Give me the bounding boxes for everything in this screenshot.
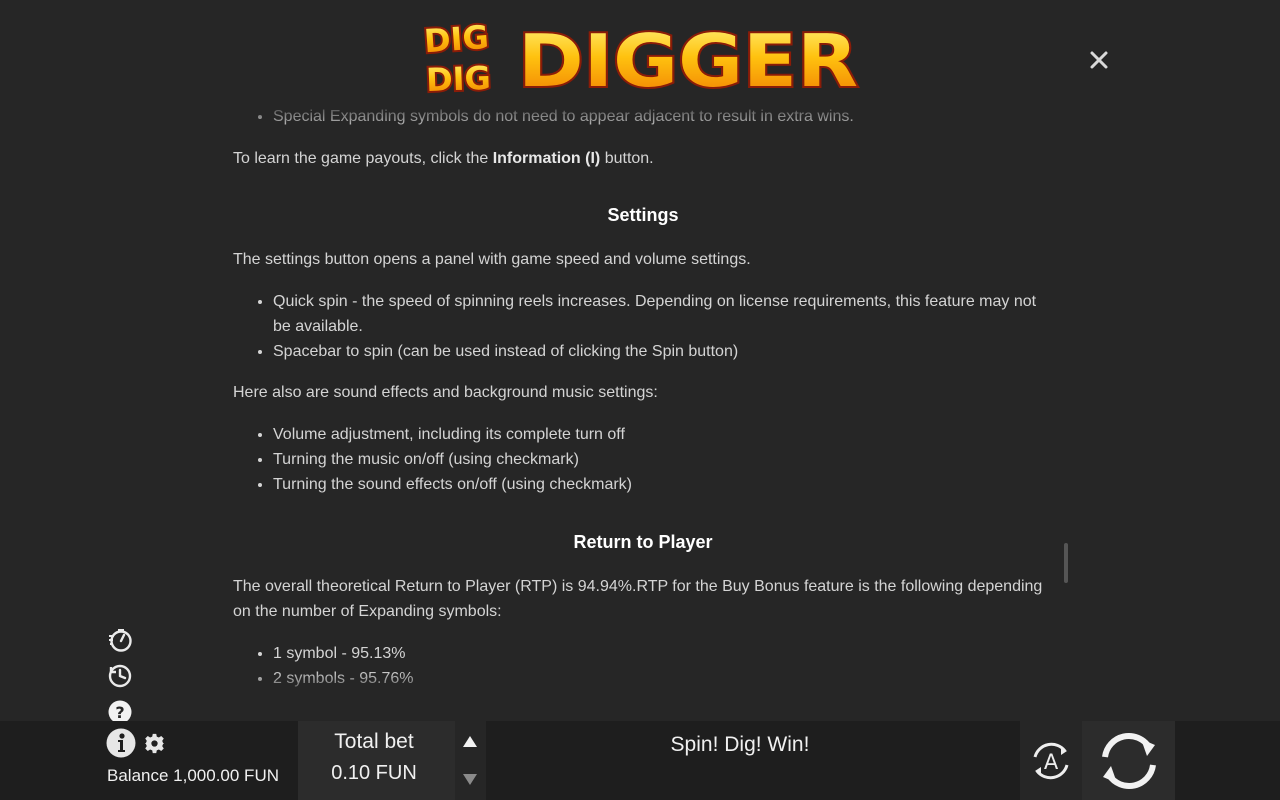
settings-heading: Settings — [607, 205, 679, 225]
list-item: Volume adjustment, including its complet… — [273, 422, 1053, 447]
settings-list: Quick spin - the speed of spinning reels… — [233, 289, 1053, 364]
game-message: Spin! Dig! Win! — [670, 733, 810, 756]
payouts-prefix: To learn the game payouts, click the — [233, 150, 493, 167]
help-content[interactable]: Special Expanding symbols do not need to… — [233, 100, 1053, 700]
list-item: Spacebar to spin (can be used instead of… — [273, 339, 1053, 364]
logo-digger: DIGGER — [518, 19, 858, 98]
info-icon[interactable] — [106, 728, 136, 758]
list-item: Turning the music on/off (using checkmar… — [273, 447, 1053, 472]
sound-list: Volume adjustment, including its complet… — [233, 422, 1053, 497]
rtp-paragraph: The overall theoretical Return to Player… — [233, 578, 1043, 620]
list-item: 2 symbols - 95.76% — [273, 666, 1053, 691]
list-item: Special Expanding symbols do not need to… — [273, 104, 1053, 129]
total-bet-value: 0.10 FUN — [331, 762, 417, 784]
scrollbar-thumb[interactable] — [1064, 543, 1068, 583]
payouts-bold: Information (I) — [492, 150, 601, 167]
logo-dig-top: DIG — [423, 18, 490, 60]
turbo-speed-icon[interactable] — [108, 628, 132, 652]
close-icon[interactable] — [1086, 47, 1112, 73]
history-icon[interactable] — [108, 664, 132, 688]
payouts-paragraph: To learn the game payouts, click the Inf… — [233, 146, 1053, 171]
svg-text:?: ? — [115, 703, 124, 722]
rtp-list: 1 symbol - 95.13% 2 symbols - 95.76% — [233, 641, 1053, 691]
balance-display: Balance 1,000.00 FUN — [107, 766, 279, 785]
spin-icon[interactable] — [1095, 729, 1163, 793]
sound-intro: Here also are sound effects and backgrou… — [233, 384, 658, 401]
list-item: Turning the sound effects on/off (using … — [273, 472, 1053, 497]
bet-increase-icon[interactable] — [460, 733, 480, 749]
rtp-heading: Return to Player — [573, 532, 713, 552]
bet-decrease-icon[interactable] — [460, 772, 480, 788]
autoplay-icon[interactable]: A — [1027, 737, 1075, 785]
gear-icon[interactable] — [144, 733, 165, 754]
total-bet-label: Total bet — [334, 730, 414, 753]
game-logo: DIG DIG DIGGER — [421, 16, 860, 98]
autoplay-label: A — [1044, 750, 1059, 774]
logo-dig-bottom: DIG — [425, 59, 491, 98]
settings-intro: The settings button opens a panel with g… — [233, 251, 751, 268]
expanding-list: Special Expanding symbols do not need to… — [233, 104, 1053, 129]
list-item: 1 symbol - 95.13% — [273, 641, 1053, 666]
list-item: Quick spin - the speed of spinning reels… — [273, 289, 1053, 339]
side-icons: ? — [108, 628, 134, 736]
payouts-suffix: button. — [600, 150, 654, 167]
